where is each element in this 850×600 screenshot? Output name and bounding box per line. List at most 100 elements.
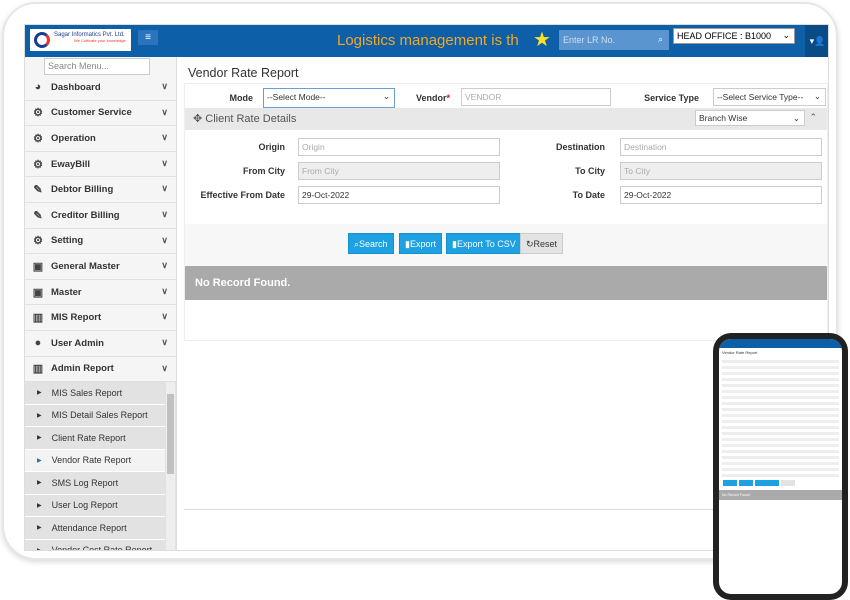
phone-form-line <box>722 360 839 363</box>
move-icon: ✥ <box>193 113 203 125</box>
gear-icon: ⚙ <box>33 235 43 248</box>
sidebar-item[interactable]: ◕ Dashboard ∨ <box>25 75 176 101</box>
submenu-item-label: Attendance Report <box>51 522 127 533</box>
vendor-input[interactable]: VENDOR <box>461 88 611 106</box>
service-type-select[interactable]: --Select Service Type-- ⌄ <box>713 88 826 106</box>
search-button[interactable]: ⌕Search <box>348 233 394 254</box>
vendor-label: Vendor* <box>410 93 450 103</box>
destination-input[interactable]: Destination <box>620 138 822 156</box>
filter-card: Mode --Select Mode-- ⌄ Vendor* VENDOR Ser… <box>184 83 828 341</box>
phone-form-line <box>722 372 839 375</box>
phone-export-csv-button[interactable] <box>755 480 779 486</box>
caret-right-icon: ▶ <box>37 457 42 464</box>
chevron-down-icon: ∨ <box>161 183 168 194</box>
phone-header <box>719 339 842 348</box>
vendor-label-text: Vendor <box>415 93 447 103</box>
sidebar-item[interactable]: ✎ Creditor Billing ∨ <box>25 203 176 229</box>
phone-reset-button[interactable] <box>781 480 795 486</box>
phone-form-line <box>722 456 839 459</box>
submenu-item-label: User Log Report <box>51 500 118 511</box>
mode-label: Mode <box>229 93 254 103</box>
phone-form-line <box>722 432 839 435</box>
sidebar-item-label: Master <box>51 286 82 298</box>
company-logo[interactable]: Sagar Informatics Pvt. Ltd. We Cultivate … <box>30 29 131 51</box>
search-icon[interactable]: ⌕ <box>658 34 663 45</box>
branch-select[interactable]: HEAD OFFICE : B1000 ⌄ <box>673 28 795 44</box>
branch-wise-value: Branch Wise <box>699 113 748 123</box>
sidebar-item[interactable]: ● User Admin ∨ <box>25 331 176 357</box>
submenu-item[interactable]: ▶ MIS Detail Sales Report <box>25 405 165 428</box>
phone-page-title: Vendor Rate Report <box>722 350 758 355</box>
bar-chart-icon: ▥ <box>32 312 44 325</box>
service-type-label: Service Type <box>644 93 699 103</box>
effective-from-date-input[interactable]: 29-Oct-2022 <box>298 186 500 204</box>
sidebar-item[interactable]: ▣ General Master ∨ <box>25 254 176 280</box>
submenu-item[interactable]: ▶ Vendor Cost Rate Report <box>25 540 165 551</box>
sidebar-item[interactable]: ⚙ Operation ∨ <box>25 126 176 152</box>
submenu-item[interactable]: ▶ MIS Sales Report <box>25 382 165 405</box>
collapse-icon[interactable]: ⌃ <box>809 112 817 123</box>
phone-form-line <box>722 450 839 453</box>
phone-form-line <box>722 438 839 441</box>
chevron-down-icon: ∨ <box>161 260 168 271</box>
sidebar-item[interactable]: ⚙ EwayBill ∨ <box>25 152 176 178</box>
section-header: ✥ Client Rate Details Branch Wise ⌄ ⌃ <box>185 108 827 130</box>
phone-form-line <box>722 468 839 471</box>
phone-screen: Vendor Rate Report No Record Found. <box>719 339 842 594</box>
chevron-down-icon: ∨ <box>161 132 168 143</box>
chevron-down-icon: ⌄ <box>382 91 390 101</box>
lr-placeholder: Enter LR No. <box>563 35 616 45</box>
submenu-item[interactable]: ▶ SMS Log Report <box>25 472 165 495</box>
sidebar-item[interactable]: ⚙ Customer Service ∨ <box>25 101 176 127</box>
phone-export-button[interactable] <box>739 480 753 486</box>
chevron-down-icon: ∨ <box>161 311 168 322</box>
phone-form-line <box>722 414 839 417</box>
submenu-item[interactable]: ▶ User Log Report <box>25 495 165 518</box>
hamburger-icon[interactable]: ≡ <box>138 30 158 45</box>
reset-button[interactable]: ↻Reset <box>520 233 564 254</box>
scrollbar[interactable] <box>166 382 175 550</box>
top-header: Sagar Informatics Pvt. Ltd. We Cultivate … <box>25 25 828 57</box>
phone-form-line <box>722 420 839 423</box>
chevron-down-icon: ⌄ <box>813 91 821 101</box>
export-csv-button[interactable]: ▮Export To CSV <box>446 233 522 254</box>
sidebar-item[interactable]: ✎ Debtor Billing ∨ <box>25 177 176 203</box>
sidebar-item-label: User Admin <box>51 337 104 349</box>
to-city-input[interactable]: To City <box>620 162 822 180</box>
submenu-item-label: Vendor Rate Report <box>51 455 132 466</box>
to-date-input[interactable]: 29-Oct-2022 <box>620 186 822 204</box>
user-icon: ● <box>34 337 42 350</box>
submenu-item[interactable]: ▶ Client Rate Report <box>25 427 165 450</box>
chevron-down-icon: ∨ <box>161 285 168 296</box>
from-city-label: From City <box>242 166 285 176</box>
search-menu-input[interactable]: Search Menu... <box>44 58 150 75</box>
branch-wise-select[interactable]: Branch Wise ⌄ <box>695 110 805 126</box>
star-icon[interactable]: ★ <box>533 27 551 52</box>
submenu-item[interactable]: ▶ Attendance Report <box>25 517 165 540</box>
origin-input[interactable]: Origin <box>298 138 500 156</box>
from-city-input[interactable]: From City <box>298 162 500 180</box>
export-button[interactable]: ▮Export <box>399 233 442 254</box>
submenu-item[interactable]: ▶ Vendor Rate Report <box>25 449 165 473</box>
caret-right-icon: ▶ <box>37 547 42 551</box>
sidebar-item[interactable]: ▥ MIS Report ∨ <box>25 305 176 331</box>
sidebar-item[interactable]: ⚙ Setting ∨ <box>25 229 176 255</box>
phone-form-line <box>722 378 839 381</box>
mode-select[interactable]: --Select Mode-- ⌄ <box>263 88 395 108</box>
effective-from-date-label: Effective From Date <box>200 190 285 200</box>
refresh-icon: ↻ <box>526 239 534 249</box>
submenu-item-label: MIS Detail Sales Report <box>51 410 148 421</box>
lr-search-input[interactable]: Enter LR No. ⌕ <box>559 30 669 50</box>
caret-right-icon: ▶ <box>37 502 42 509</box>
caret-right-icon: ▶ <box>37 412 42 419</box>
sidebar-item[interactable]: ▣ Master ∨ <box>25 280 176 306</box>
chevron-down-icon: ∨ <box>161 106 168 117</box>
phone-search-button[interactable] <box>723 480 737 486</box>
edit-icon: ✎ <box>33 184 43 197</box>
scrollbar-thumb[interactable] <box>167 394 174 475</box>
user-menu-icon[interactable]: ▾👤 <box>805 25 828 57</box>
phone-form-line <box>722 366 839 369</box>
gear-icon: ⚙ <box>33 158 43 171</box>
sidebar-item[interactable]: ▥ Admin Report ∨ <box>25 357 176 383</box>
phone-form-line <box>722 402 839 405</box>
